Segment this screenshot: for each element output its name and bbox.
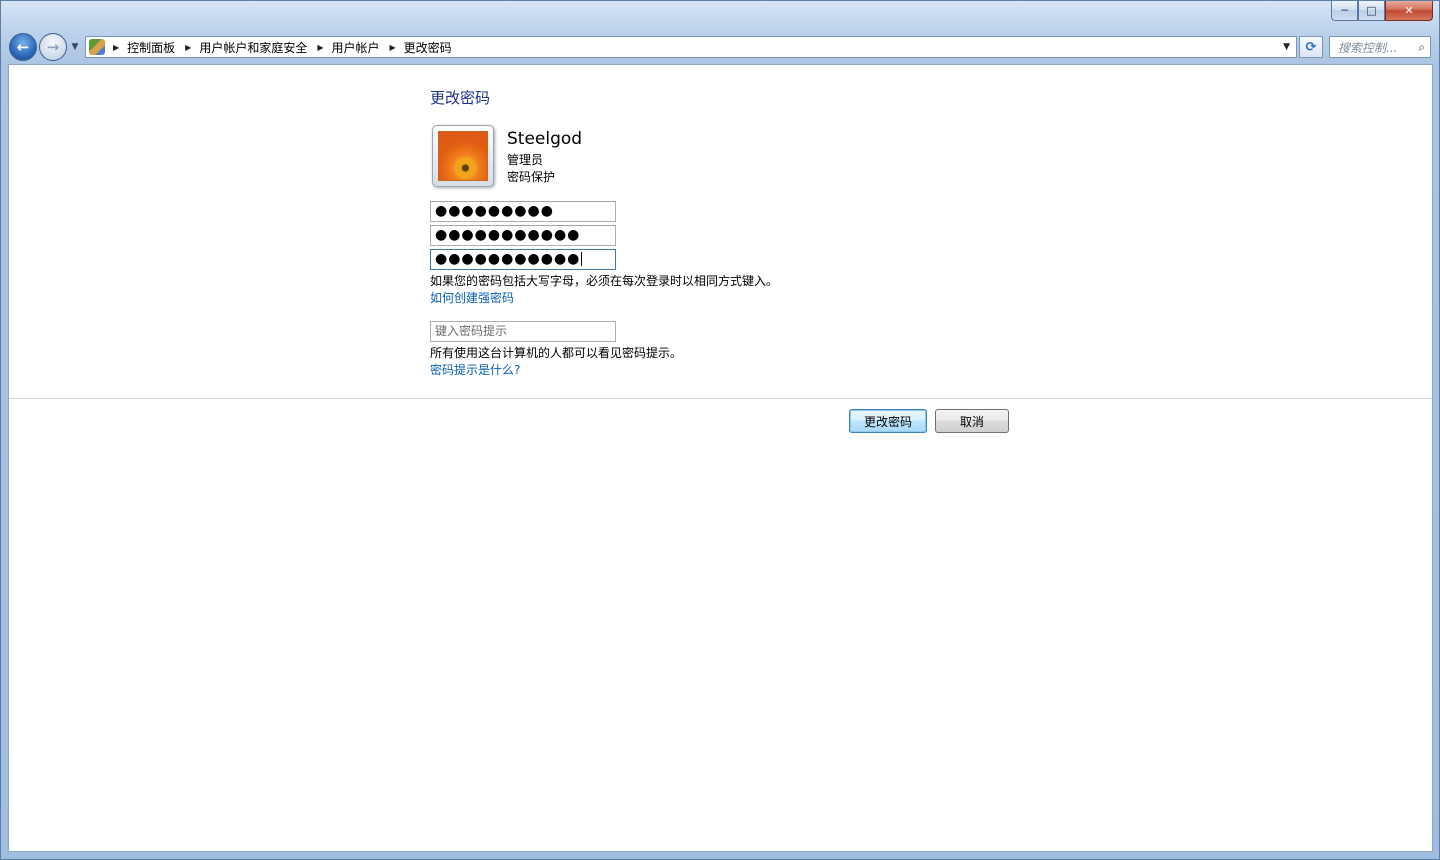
change-password-button[interactable]: 更改密码 xyxy=(849,409,927,433)
caption-controls: ─ □ ✕ xyxy=(1331,1,1433,21)
breadcrumb-separator-icon[interactable]: ▶ xyxy=(390,43,396,52)
password-hint-input[interactable]: 键入密码提示 xyxy=(430,321,616,342)
hint-note: 所有使用这台计算机的人都可以看见密码提示。 xyxy=(430,346,683,360)
confirm-password-value: ●●●●●●●●●●● xyxy=(435,251,581,267)
search-icon[interactable]: ⌕ xyxy=(1418,40,1425,55)
breadcrumb-control-panel[interactable]: 控制面板 xyxy=(127,39,175,56)
forward-button[interactable]: → xyxy=(39,33,67,61)
current-password-value: ●●●●●●●●● xyxy=(435,203,554,219)
breadcrumb-separator-icon[interactable]: ▶ xyxy=(113,43,119,52)
breadcrumb-separator-icon[interactable]: ▶ xyxy=(317,43,323,52)
recent-pages-dropdown[interactable]: ▼ xyxy=(69,42,81,52)
control-panel-icon xyxy=(89,39,105,55)
page-title: 更改密码 xyxy=(430,89,491,107)
current-password-field[interactable]: ●●●●●●●●● xyxy=(430,201,616,222)
cancel-button[interactable]: 取消 xyxy=(935,409,1009,433)
strong-password-link[interactable]: 如何创建强密码 xyxy=(430,289,514,306)
password-hint-placeholder: 键入密码提示 xyxy=(435,324,508,338)
close-button[interactable]: ✕ xyxy=(1385,1,1433,21)
address-bar[interactable]: ▶ 控制面板 ▶ 用户帐户和家庭安全 ▶ 用户帐户 ▶ 更改密码 ▼ xyxy=(85,36,1297,58)
new-password-field[interactable]: ●●●●●●●●●●● xyxy=(430,225,616,246)
search-input[interactable]: 搜索控制... ⌕ xyxy=(1329,36,1431,58)
user-status: 密码保护 xyxy=(507,170,556,184)
breadcrumb-user-accounts[interactable]: 用户帐户 xyxy=(332,39,380,56)
navigation-bar: ← → ▼ ▶ 控制面板 ▶ 用户帐户和家庭安全 ▶ 用户帐户 ▶ 更改密码 ▼… xyxy=(9,31,1433,63)
breadcrumb-change-password[interactable]: 更改密码 xyxy=(404,39,452,56)
divider xyxy=(9,398,1432,399)
flower-picture-icon xyxy=(438,131,488,181)
user-role: 管理员 xyxy=(507,153,544,167)
breadcrumb-user-accounts-family[interactable]: 用户帐户和家庭安全 xyxy=(199,39,307,56)
confirm-password-field[interactable]: ●●●●●●●●●●● xyxy=(430,249,616,270)
search-placeholder: 搜索控制... xyxy=(1338,40,1398,55)
address-dropdown-icon[interactable]: ▼ xyxy=(1283,42,1290,52)
breadcrumb-separator-icon[interactable]: ▶ xyxy=(185,43,191,52)
new-password-value: ●●●●●●●●●●● xyxy=(435,227,581,243)
refresh-button[interactable]: ⟳ xyxy=(1299,36,1323,58)
caps-note: 如果您的密码包括大写字母，必须在每次登录时以相同方式键入。 xyxy=(430,274,779,288)
back-button[interactable]: ← xyxy=(9,33,37,61)
text-caret xyxy=(581,252,583,266)
user-avatar xyxy=(432,125,494,187)
maximize-button[interactable]: □ xyxy=(1358,1,1385,21)
content-area: 更改密码 Steelgod 管理员 密码保护 ●●●●●●●●● ●●●●●●●… xyxy=(8,64,1433,852)
minimize-button[interactable]: ─ xyxy=(1331,1,1358,21)
user-name: Steelgod xyxy=(507,129,583,149)
password-hint-link[interactable]: 密码提示是什么? xyxy=(430,361,520,378)
